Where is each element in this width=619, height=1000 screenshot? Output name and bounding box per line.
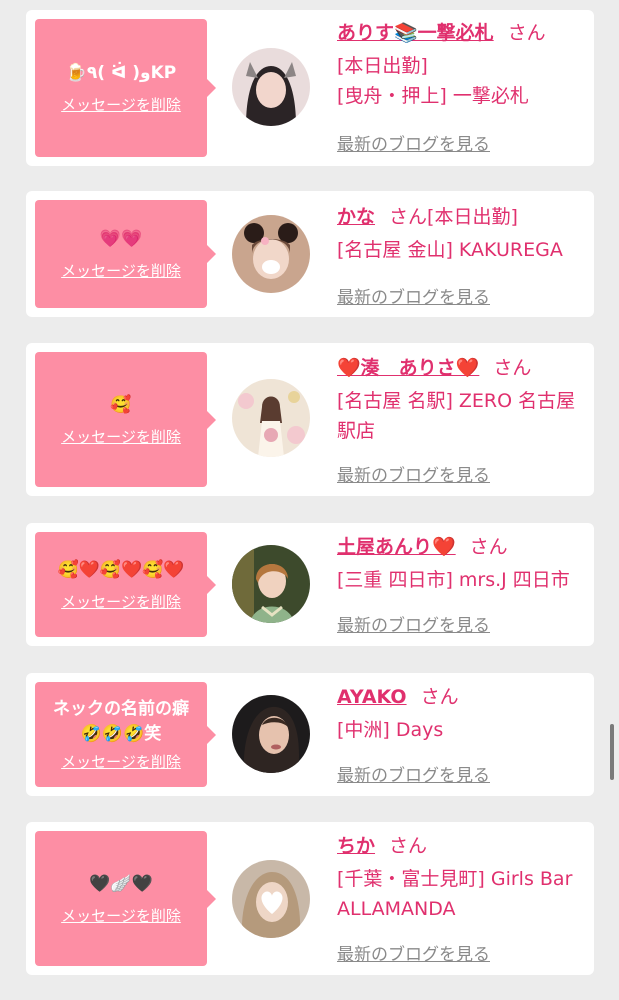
message-card: ネックの名前の癖 🤣🤣🤣笑 メッセージを削除 AYAKO さん [中洲] Days… (26, 673, 594, 796)
latest-blog-link[interactable]: 最新のブログを見る (337, 940, 490, 965)
shop-text: [名古屋 金山] KAKUREGA (337, 239, 563, 261)
status-text: [本日出勤] (427, 206, 518, 228)
cast-name-link[interactable]: ありす📚一撃必札 (337, 22, 494, 44)
honorific: さん (389, 206, 428, 228)
message-card: 🥰 メッセージを削除 ❤️湊 ありさ❤️ さん [名古屋 名駅] ZERO 名古屋… (26, 343, 594, 496)
delete-message-link[interactable]: メッセージを削除 (61, 751, 181, 772)
avatar[interactable] (232, 695, 310, 773)
latest-blog-link[interactable]: 最新のブログを見る (337, 461, 490, 486)
cast-name-link[interactable]: ❤️湊 ありさ❤️ (337, 357, 479, 379)
message-card: 💗💗 メッセージを削除 かな さん[本日出勤] [名古屋 金山] KAKUREGA… (26, 191, 594, 317)
name-row: 土屋あんり❤️ さん (337, 534, 587, 560)
avatar[interactable] (232, 860, 310, 938)
delete-message-link[interactable]: メッセージを削除 (61, 260, 181, 281)
honorific: さん (493, 357, 532, 379)
delete-message-link[interactable]: メッセージを削除 (61, 426, 181, 447)
name-row: ちか さん (337, 833, 587, 859)
avatar[interactable] (232, 48, 310, 126)
cast-info: ちか さん [千葉・富士見町] Girls Bar ALLAMANDA (337, 833, 587, 924)
message-text: 🍺٩( ᐛ )وKP (65, 63, 177, 83)
avatar-photo (232, 695, 310, 773)
shop-text: [中洲] Days (337, 719, 444, 741)
message-text: 🥰 (110, 394, 132, 415)
latest-blog-link[interactable]: 最新のブログを見る (337, 611, 490, 636)
honorific: さん (469, 536, 508, 558)
name-row: ❤️湊 ありさ❤️ さん (337, 355, 587, 381)
avatar-photo (232, 545, 310, 623)
message-card: 🍺٩( ᐛ )وKP メッセージを削除 ありす📚一撃必札 さん [本日出勤] [曳… (26, 10, 594, 166)
message-text: 💗💗 (99, 229, 143, 249)
avatar[interactable] (232, 545, 310, 623)
message-bubble: 🥰 メッセージを削除 (35, 352, 216, 487)
latest-blog-link[interactable]: 最新のブログを見る (337, 283, 490, 308)
cast-name-link[interactable]: かな (337, 206, 375, 228)
name-row: AYAKO さん (337, 684, 587, 710)
shop-text: [名古屋 名駅] ZERO 名古屋駅店 (337, 390, 576, 442)
cast-name-link[interactable]: 土屋あんり❤️ (337, 536, 456, 558)
honorific: さん (507, 22, 546, 44)
message-bubble: 🥰❤️🥰❤️🥰❤️ メッセージを削除 (35, 532, 216, 637)
scrollbar[interactable] (610, 724, 614, 780)
message-bubble: 🍺٩( ᐛ )وKP メッセージを削除 (35, 19, 216, 157)
delete-message-link[interactable]: メッセージを削除 (61, 591, 181, 612)
cast-info: かな さん[本日出勤] [名古屋 金山] KAKUREGA (337, 204, 587, 265)
avatar-photo (232, 860, 310, 938)
message-bubble: 💗💗 メッセージを削除 (35, 200, 216, 308)
cast-info: AYAKO さん [中洲] Days (337, 684, 587, 745)
avatar-photo (232, 215, 310, 293)
shop-text: [曳舟・押上] 一撃必札 (337, 85, 529, 107)
message-bubble: 🖤🪽🖤 メッセージを削除 (35, 831, 216, 966)
cast-name-link[interactable]: ちか (337, 835, 375, 857)
message-bubble: ネックの名前の癖 🤣🤣🤣笑 メッセージを削除 (35, 682, 216, 787)
cast-info: ❤️湊 ありさ❤️ さん [名古屋 名駅] ZERO 名古屋駅店 (337, 355, 587, 446)
avatar-photo (232, 379, 310, 457)
latest-blog-link[interactable]: 最新のブログを見る (337, 130, 490, 155)
message-text: ネックの名前の癖 🤣🤣🤣笑 (53, 699, 189, 744)
avatar-photo (232, 48, 310, 126)
cast-info: 土屋あんり❤️ さん [三重 四日市] mrs.J 四日市 (337, 534, 587, 595)
honorific: さん (389, 835, 428, 857)
latest-blog-link[interactable]: 最新のブログを見る (337, 761, 490, 786)
delete-message-link[interactable]: メッセージを削除 (61, 94, 181, 115)
name-row: ありす📚一撃必札 さん (337, 20, 587, 46)
name-row: かな さん[本日出勤] (337, 204, 587, 230)
message-text: 🖤🪽🖤 (89, 873, 153, 894)
shop-text: [三重 四日市] mrs.J 四日市 (337, 569, 570, 591)
shop-text: [千葉・富士見町] Girls Bar ALLAMANDA (337, 868, 573, 920)
message-text: 🥰❤️🥰❤️🥰❤️ (57, 559, 185, 580)
cast-info: ありす📚一撃必札 さん [本日出勤] [曳舟・押上] 一撃必札 (337, 20, 587, 111)
cast-name-link[interactable]: AYAKO (337, 686, 407, 708)
message-card: 🖤🪽🖤 メッセージを削除 ちか さん [千葉・富士見町] Girls Bar AL… (26, 822, 594, 975)
avatar[interactable] (232, 379, 310, 457)
status-text: [本日出勤] (337, 55, 428, 77)
avatar[interactable] (232, 215, 310, 293)
message-card: 🥰❤️🥰❤️🥰❤️ メッセージを削除 土屋あんり❤️ さん [三重 四日市] mr… (26, 523, 594, 646)
honorific: さん (420, 686, 459, 708)
delete-message-link[interactable]: メッセージを削除 (61, 905, 181, 926)
